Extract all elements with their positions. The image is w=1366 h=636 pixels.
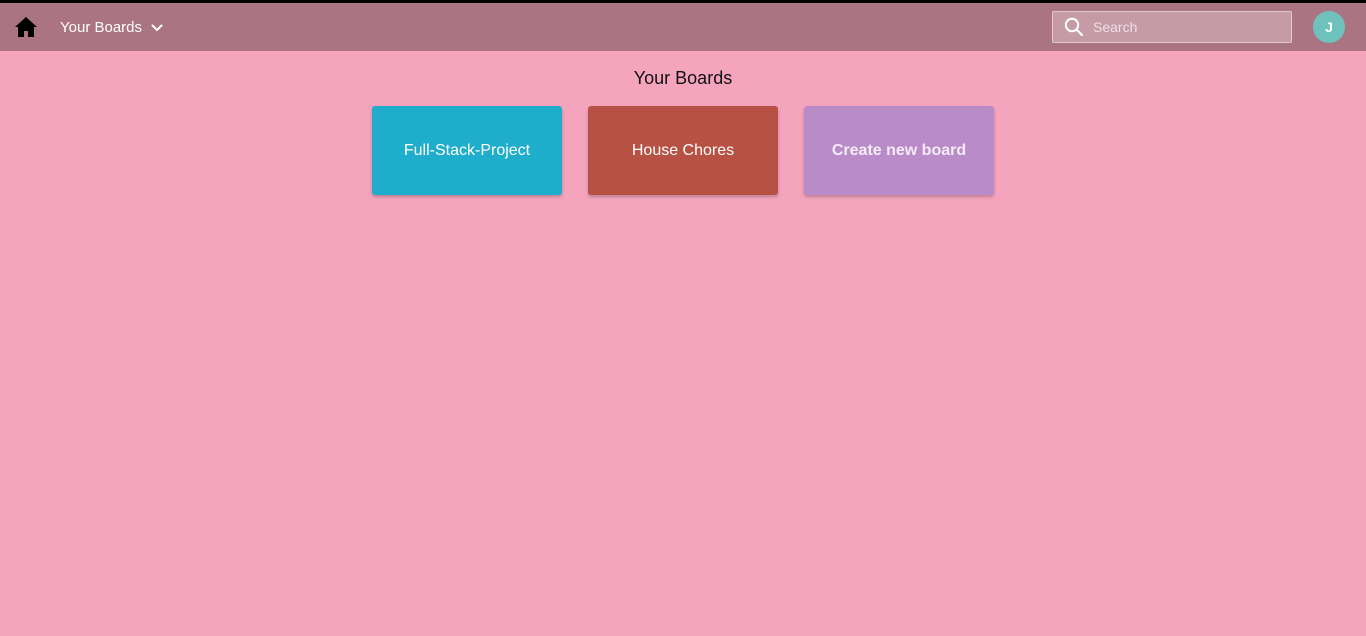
board-card-house-chores[interactable]: House Chores — [588, 106, 778, 195]
boards-list: Full-Stack-Project House Chores Create n… — [372, 106, 994, 195]
board-card-full-stack-project[interactable]: Full-Stack-Project — [372, 106, 562, 195]
home-button[interactable] — [14, 15, 38, 39]
top-navbar: Your Boards J — [0, 3, 1366, 51]
user-avatar[interactable]: J — [1313, 11, 1345, 43]
chevron-down-icon — [151, 24, 163, 32]
create-new-board-button[interactable]: Create new board — [804, 106, 994, 195]
search-input[interactable] — [1093, 13, 1283, 41]
home-icon — [15, 17, 37, 37]
boards-menu-button[interactable]: Your Boards — [60, 3, 163, 51]
boards-menu-label: Your Boards — [60, 18, 143, 36]
search-icon — [1063, 16, 1085, 38]
search-box[interactable] — [1052, 11, 1292, 43]
avatar-initial: J — [1325, 19, 1333, 35]
create-board-label: Create new board — [831, 141, 967, 159]
board-card-label: Full-Stack-Project — [403, 141, 531, 159]
board-card-label: House Chores — [631, 141, 735, 159]
page-title: Your Boards — [633, 68, 733, 88]
